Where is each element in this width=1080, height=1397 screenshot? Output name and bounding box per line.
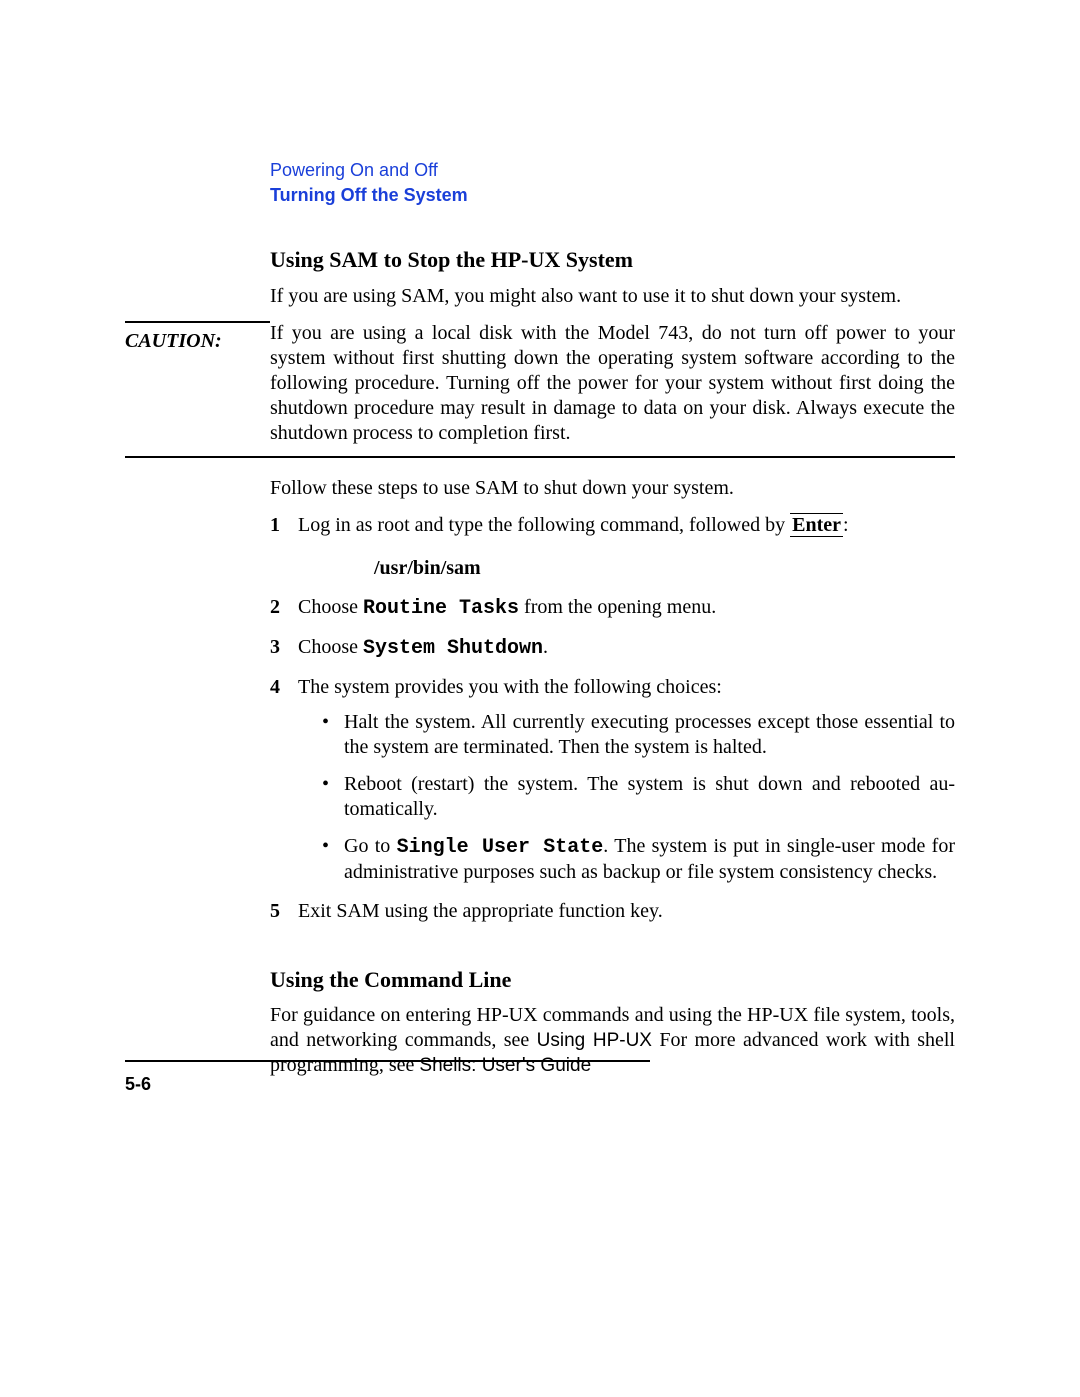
bullet-reboot: Reboot (restart) the system. The system …	[318, 772, 955, 822]
single-user-state-cmd: Single User State	[397, 836, 604, 859]
caution-top-rule	[125, 321, 270, 323]
step-2-pre: Choose	[298, 596, 363, 618]
body-column: Using SAM to Stop the HP-UX System If yo…	[270, 246, 955, 1078]
section-heading-sam: Using SAM to Stop the HP-UX System	[270, 246, 955, 274]
follow-steps-text: Follow these steps to use SAM to shut do…	[270, 476, 955, 501]
step-2-post: from the opening menu.	[519, 596, 716, 618]
ref-shells-guide-b: s Guide	[526, 1055, 591, 1076]
step-3-post: .	[543, 636, 548, 658]
running-header: Powering On and Off Turning Off the Syst…	[270, 160, 955, 206]
header-section: Turning Off the System	[270, 185, 955, 206]
step-3-pre: Choose	[298, 636, 363, 658]
caution-bottom-rule	[125, 456, 955, 458]
intro-paragraph: If you are using SAM, you might also wan…	[270, 284, 955, 309]
bullet-single-user: Go to Single User State. The system is p…	[318, 834, 955, 885]
step-2: Choose Routine Tasks from the opening me…	[270, 595, 955, 621]
step-1: Log in as root and type the following co…	[270, 513, 955, 581]
ref-shells-guide-a: Shells: User	[419, 1055, 521, 1076]
bullet-3-pre: Go to	[344, 835, 397, 857]
ref-using-hpux: Using HP-UX	[537, 1030, 652, 1051]
step-3: Choose System Shutdown.	[270, 635, 955, 661]
step-1-pre: Log in as root and type the following co…	[298, 514, 790, 536]
command-sam: /usr/bin/sam	[374, 556, 955, 581]
document-page: Powering On and Off Turning Off the Syst…	[0, 0, 1080, 1397]
step-1-post: :	[843, 514, 849, 536]
step-4: The system provides you with the followi…	[270, 675, 955, 885]
caution-label: CAUTION:	[125, 329, 270, 354]
section-heading-cmdline: Using the Command Line	[270, 966, 955, 994]
caution-text: If you are using a local disk with the M…	[270, 322, 955, 444]
footer-rule	[125, 1060, 650, 1062]
cmdline-paragraph: For guidance on entering HP-UX commands …	[270, 1003, 955, 1078]
bullet-halt: Halt the system. All currently executing…	[318, 710, 955, 760]
step-4-text: The system provides you with the followi…	[298, 676, 722, 698]
steps-list: Log in as root and type the following co…	[270, 513, 955, 924]
caution-block: CAUTION: If you are using a local disk w…	[125, 321, 955, 458]
enter-key: Enter	[790, 513, 843, 537]
routine-tasks-cmd: Routine Tasks	[363, 597, 519, 620]
system-shutdown-cmd: System Shutdown	[363, 637, 543, 660]
step-5: Exit SAM using the appropriate function …	[270, 899, 955, 924]
step-4-bullets: Halt the system. All currently executing…	[318, 710, 955, 885]
header-chapter: Powering On and Off	[270, 160, 955, 181]
page-number: 5-6	[125, 1074, 151, 1095]
